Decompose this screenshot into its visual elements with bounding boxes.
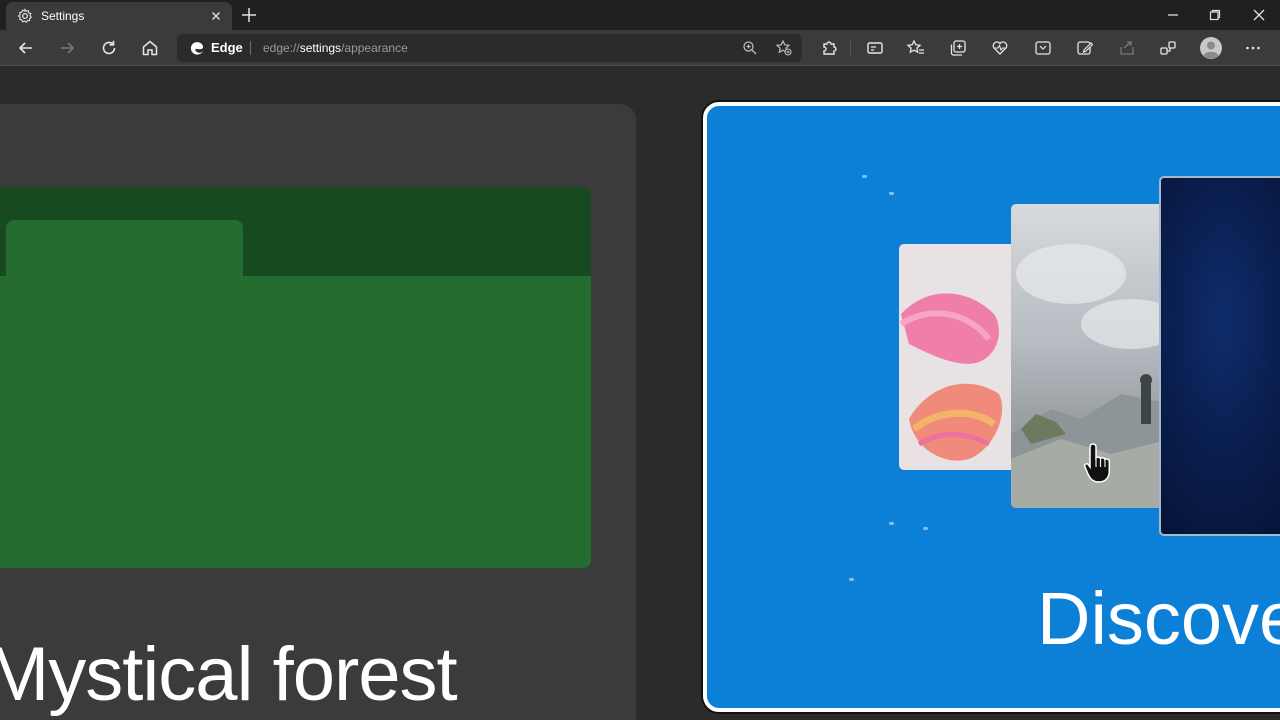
settings-content: Mystical forest Discove (0, 67, 1280, 720)
profile-icon[interactable] (1199, 36, 1223, 60)
cast-icon[interactable] (865, 38, 885, 58)
theme-card-discover[interactable]: Discove (703, 102, 1280, 712)
sparkle (862, 175, 867, 178)
theme-card-mystical-forest[interactable]: Mystical forest (0, 104, 636, 720)
extensions-icon[interactable] (819, 38, 839, 58)
refresh-icon[interactable] (99, 38, 119, 58)
sparkle (849, 578, 854, 581)
collections-icon[interactable] (948, 38, 968, 58)
performance-icon[interactable] (1158, 38, 1178, 58)
address-bar[interactable]: Edge edge://settings/appearance (177, 34, 802, 62)
url-highlight: settings (299, 41, 342, 55)
theme-title: Discove (1037, 577, 1280, 660)
sparkle (923, 527, 928, 530)
health-icon[interactable] (990, 38, 1010, 58)
gear-icon (17, 8, 33, 24)
sparkle (889, 522, 894, 525)
url-suffix: /appearance (341, 41, 408, 55)
toolbar: Edge edge://settings/appearance (0, 30, 1280, 66)
favorites-icon[interactable] (906, 38, 926, 58)
restore-icon[interactable] (1207, 7, 1223, 23)
forward-icon[interactable] (57, 38, 77, 58)
site-identity-label: Edge (211, 40, 243, 55)
share-icon[interactable] (1117, 38, 1137, 58)
back-icon[interactable] (16, 38, 36, 58)
tab-settings[interactable]: Settings (6, 2, 232, 30)
preview-image-night (1159, 176, 1280, 536)
theme-title: Mystical forest (0, 632, 458, 717)
hand-cursor-icon (1083, 443, 1111, 483)
close-icon[interactable] (208, 8, 224, 24)
url-prefix: edge:// (263, 41, 300, 55)
zoom-icon[interactable] (741, 39, 759, 57)
web-capture-icon[interactable] (1033, 38, 1053, 58)
edge-logo-icon (190, 42, 204, 55)
edit-icon[interactable] (1075, 38, 1095, 58)
home-icon[interactable] (140, 38, 160, 58)
url-text[interactable]: edge://settings/appearance (263, 41, 408, 55)
more-icon[interactable] (1243, 38, 1263, 58)
add-favorite-icon[interactable] (775, 39, 793, 57)
minimize-icon[interactable] (1165, 7, 1181, 23)
address-divider (250, 41, 251, 55)
folder-illustration-front (0, 276, 591, 568)
preview-image-abstract (899, 244, 1019, 470)
tab-strip: Settings (0, 0, 1280, 30)
sparkle (889, 192, 894, 195)
close-window-icon[interactable] (1251, 7, 1267, 23)
new-tab-icon[interactable] (240, 6, 258, 24)
tab-title: Settings (41, 9, 85, 23)
abstract-art-image (899, 293, 1003, 461)
toolbar-divider (850, 41, 851, 55)
